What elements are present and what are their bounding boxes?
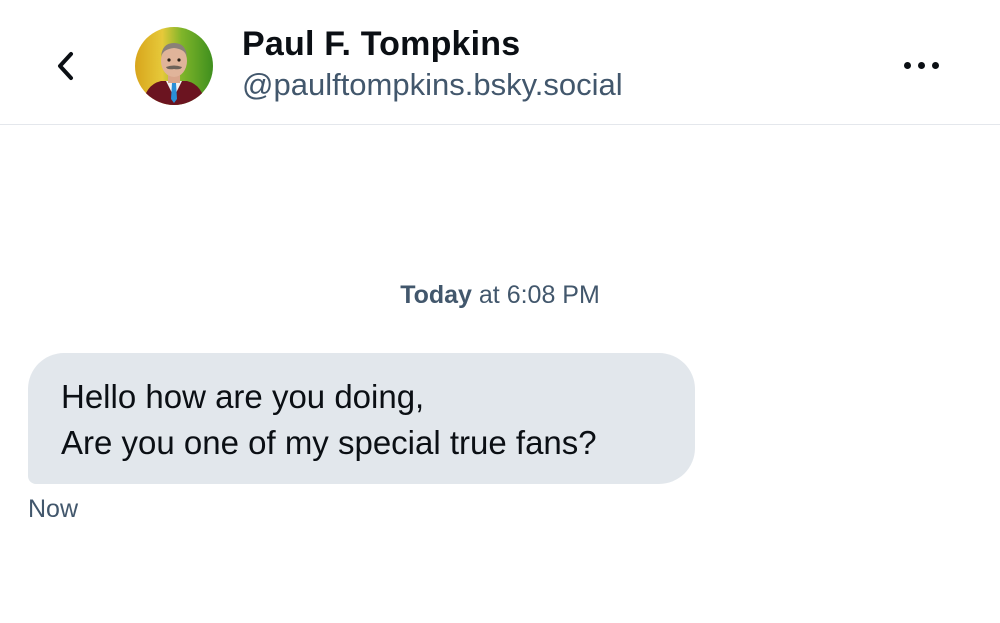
ellipsis-icon-dot bbox=[917, 61, 925, 69]
back-button[interactable] bbox=[44, 44, 88, 88]
contact-name: Paul F. Tompkins bbox=[242, 25, 521, 63]
message-line: Are you one of my special true fans? bbox=[61, 424, 597, 461]
message-bubble[interactable]: Hello how are you doing, Are you one of … bbox=[28, 353, 695, 484]
date-separator-time: at 6:08 PM bbox=[478, 281, 600, 309]
message-time: Now bbox=[28, 495, 79, 523]
chevron-left-icon bbox=[58, 52, 73, 80]
ellipsis-icon bbox=[903, 61, 911, 69]
more-options-button[interactable] bbox=[890, 44, 952, 86]
avatar[interactable] bbox=[135, 27, 213, 105]
message-line: Hello how are you doing, bbox=[61, 378, 425, 415]
date-separator: Today at 6:08 PM bbox=[0, 281, 1000, 310]
avatar-image bbox=[135, 27, 213, 105]
conversation-header: Paul F. Tompkins @paulftompkins.bsky.soc… bbox=[0, 0, 1000, 125]
date-separator-day: Today bbox=[400, 281, 472, 309]
ellipsis-icon-dot bbox=[931, 61, 939, 69]
contact-handle: @paulftompkins.bsky.social bbox=[242, 67, 623, 102]
